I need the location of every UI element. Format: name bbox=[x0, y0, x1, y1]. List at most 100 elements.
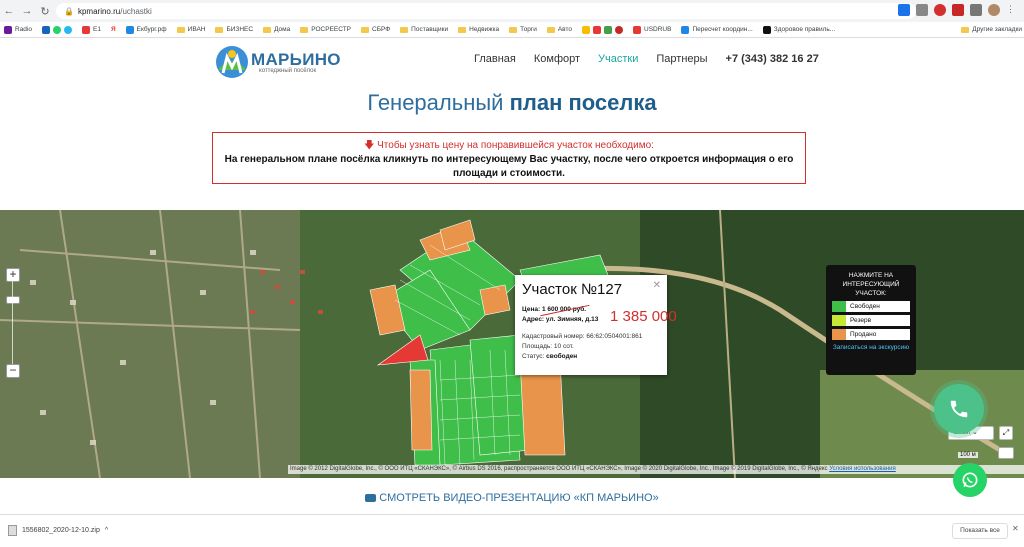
folder-icon bbox=[509, 26, 518, 33]
folder-icon bbox=[263, 26, 272, 33]
address-bar[interactable]: 🔒 kpmarino.ru/uchastki bbox=[56, 3, 916, 19]
whatsapp-icon bbox=[962, 472, 978, 488]
minus-icon: − bbox=[9, 363, 17, 377]
legend-item-sold: Продано bbox=[832, 329, 910, 340]
nav-plots[interactable]: Участки bbox=[598, 53, 638, 65]
ekburg-icon bbox=[125, 25, 134, 34]
extension-badge-icon[interactable] bbox=[952, 4, 964, 16]
site-logo[interactable]: МАРЬИНО коттеджный посёлок bbox=[215, 45, 341, 79]
folder-icon bbox=[215, 26, 224, 33]
url-text: kpmarino.ru/uchastki bbox=[77, 6, 152, 16]
nav-comfort[interactable]: Комфорт bbox=[534, 53, 580, 65]
bookmark-icons[interactable] bbox=[41, 25, 72, 34]
legend-swatch bbox=[832, 301, 846, 312]
download-item[interactable]: 1556802_2020-12-10.zip ^ bbox=[8, 525, 108, 536]
whatsapp-icon bbox=[52, 25, 61, 34]
bookmark-coords[interactable]: Пересчет координ... bbox=[681, 25, 753, 34]
health-icon bbox=[762, 25, 771, 34]
fullscreen-button[interactable]: ⤢ bbox=[999, 426, 1013, 440]
folder-icon bbox=[961, 26, 970, 33]
bookmark-postavshchiki[interactable]: Поставщики bbox=[400, 26, 448, 33]
folder-icon bbox=[300, 26, 309, 33]
bookmark-rosreestr[interactable]: РОСРЕЕСТР bbox=[300, 26, 351, 33]
bookmark-nedvizhka[interactable]: Недвижка bbox=[458, 26, 499, 33]
popup-status: Статус: свободен bbox=[522, 353, 578, 360]
youtube-icon bbox=[365, 494, 377, 502]
legend-heading: НАЖМИТЕ НА ИНТЕРЕСУЮЩИЙ УЧАСТОК: bbox=[842, 272, 900, 297]
close-icon[interactable]: ✕ bbox=[653, 280, 661, 291]
zoom-out-button[interactable]: − bbox=[6, 364, 20, 378]
nav-home[interactable]: Главная bbox=[474, 53, 516, 65]
bookmark-ekburg[interactable]: Екбург.рф bbox=[125, 25, 167, 34]
close-icon[interactable]: ✕ bbox=[1012, 524, 1019, 533]
folder-icon bbox=[546, 26, 555, 33]
bookmark-radio[interactable]: Radio bbox=[4, 25, 32, 34]
reload-icon[interactable]: ↻ bbox=[36, 5, 54, 18]
bookmark-yandex[interactable]: Я bbox=[111, 26, 116, 33]
bookmark-biznes[interactable]: БИЗНЕС bbox=[215, 26, 253, 33]
profile-avatar[interactable] bbox=[988, 4, 1000, 16]
forward-icon[interactable]: → bbox=[18, 5, 36, 17]
coords-icon bbox=[681, 25, 690, 34]
tour-signup-link[interactable]: Записаться на экскурсию bbox=[832, 344, 910, 352]
downloads-bar: 1556802_2020-12-10.zip ^ Показать все ✕ bbox=[0, 514, 1024, 547]
keyboard-icon[interactable] bbox=[998, 447, 1014, 459]
site-icon bbox=[582, 25, 591, 34]
instruction-notice: 🡇 Чтобы узнать цену на понравившейся уча… bbox=[212, 132, 806, 184]
plot-info-popup: Участок №127 ✕ Цена: 1 600 000 руб. Адре… bbox=[515, 275, 667, 375]
radio-icon bbox=[4, 25, 12, 34]
menu-icon[interactable]: ⋮ bbox=[1006, 4, 1018, 16]
folder-icon bbox=[458, 26, 467, 33]
bookmark-doma[interactable]: Дома bbox=[263, 26, 290, 33]
file-icon bbox=[8, 525, 17, 536]
legend-swatch bbox=[832, 329, 846, 340]
zoom-in-button[interactable]: + bbox=[6, 268, 20, 282]
terms-link[interactable]: Условия использования bbox=[829, 466, 896, 472]
popup-area: Площадь: 10 сот. bbox=[522, 343, 574, 350]
bookmark-health[interactable]: Здоровое правиль... bbox=[762, 25, 835, 34]
telegram-icon bbox=[63, 25, 72, 34]
call-button[interactable] bbox=[934, 384, 984, 434]
map-copyright: Image © 2012 DigitalGlobe, Inc., © ООО И… bbox=[288, 465, 1024, 474]
nav-partners[interactable]: Партнеры bbox=[656, 53, 707, 65]
opera-icon[interactable] bbox=[934, 4, 946, 16]
site-icon bbox=[604, 25, 613, 34]
lock-icon: 🔒 bbox=[64, 6, 74, 16]
notice-line: площади и стоимости. bbox=[453, 168, 565, 179]
popup-cadastral: Кадастровый номер: 66:62:0504001:861 bbox=[522, 333, 643, 340]
bookmark-ivan[interactable]: ИВАН bbox=[176, 26, 205, 33]
site-icon bbox=[41, 25, 50, 34]
folder-icon bbox=[176, 26, 185, 33]
puzzle-icon[interactable] bbox=[970, 4, 982, 16]
notice-heading: 🡇 Чтобы узнать цену на понравившейся уча… bbox=[364, 140, 654, 151]
phone-icon bbox=[950, 400, 968, 418]
legend-item-reserve: Резерв bbox=[832, 315, 910, 326]
bookmark-avto[interactable]: Авто bbox=[546, 26, 572, 33]
phone-link[interactable]: +7 (343) 382 16 27 bbox=[726, 53, 819, 65]
bookmark-misc[interactable] bbox=[582, 25, 624, 34]
handwritten-new-price: 1 385 000 bbox=[610, 308, 677, 325]
legend-swatch bbox=[832, 315, 846, 326]
e1-icon bbox=[81, 25, 90, 34]
bookmark-e1[interactable]: E1 bbox=[81, 25, 101, 34]
chevron-up-icon[interactable]: ^ bbox=[105, 527, 108, 534]
bookmark-other[interactable]: Другие закладки bbox=[961, 26, 1022, 33]
bookmarks-bar: Radio E1 Я Екбург.рф ИВАН БИЗНЕС Дома РО… bbox=[0, 22, 1024, 38]
usdrub-icon bbox=[633, 25, 642, 34]
bookmark-sbrf[interactable]: СБРФ bbox=[361, 26, 390, 33]
chevron-down-icon: ⌄ bbox=[971, 429, 978, 436]
extensions: ⋮ bbox=[898, 4, 1018, 16]
map-legend: НАЖМИТЕ НА ИНТЕРЕСУЮЩИЙ УЧАСТОК: Свободе… bbox=[826, 265, 916, 375]
video-presentation-link[interactable]: СМОТРЕТЬ ВИДЕО-ПРЕЗЕНТАЦИЮ «КП МАРЬИНО» bbox=[0, 492, 1024, 504]
bookmark-usdrub[interactable]: USDRUB bbox=[633, 25, 671, 34]
back-icon[interactable]: ← bbox=[0, 5, 18, 17]
extension-icon[interactable] bbox=[916, 4, 928, 16]
folder-icon bbox=[361, 26, 369, 33]
star-icon[interactable] bbox=[898, 4, 910, 16]
show-all-button[interactable]: Показать все bbox=[952, 523, 1008, 539]
logo-title: МАРЬИНО bbox=[251, 50, 341, 69]
bookmark-torgi[interactable]: Торги bbox=[509, 26, 537, 33]
logo-mark-icon bbox=[215, 45, 249, 79]
zoom-slider-handle[interactable] bbox=[6, 296, 20, 304]
zoom-track[interactable] bbox=[12, 277, 13, 367]
